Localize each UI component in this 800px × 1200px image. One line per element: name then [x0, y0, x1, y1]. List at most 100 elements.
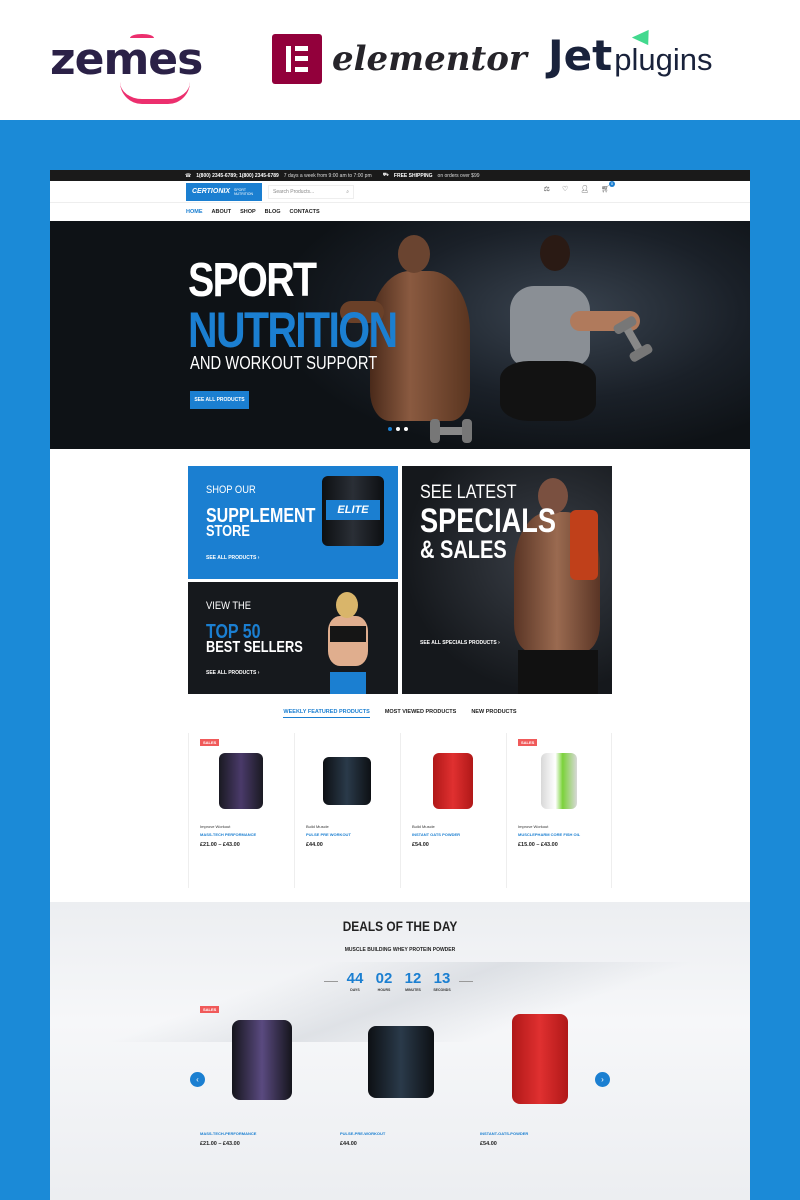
promo-specials-link[interactable]: SEE ALL SPECIALS PRODUCTS ›	[420, 640, 500, 646]
promo-supplement-link-text: SEE ALL PRODUCTS	[206, 555, 257, 561]
topbar-phones: 1(800) 2345-6789; 1(800) 2345-6789	[196, 172, 279, 179]
fitness-woman-image	[312, 588, 382, 694]
wishlist-icon[interactable]: ♡	[562, 185, 568, 193]
deal-product-price: £54.00	[480, 1141, 497, 1147]
countdown-value: 12	[404, 970, 422, 987]
product-category: Build Muscle	[412, 824, 435, 829]
deal-image-pulse[interactable]	[368, 1026, 434, 1098]
promo-specials-link-text: SEE ALL SPECIALS PRODUCTS	[420, 640, 497, 646]
deal-card[interactable]: PULSE-PRE-WORKOUT £44.00	[340, 1020, 450, 1160]
countdown-label: HOURS	[377, 988, 391, 992]
zemes-logo-text: zemes	[50, 34, 203, 85]
nav-item-shop[interactable]: SHOP	[240, 209, 256, 215]
product-image-masstech[interactable]	[219, 753, 263, 809]
tub-label: ELITE	[326, 500, 380, 520]
product-name[interactable]: MASS-TECH PERFORMANCE	[200, 832, 256, 837]
truck-icon: ⛟	[382, 172, 389, 178]
countdown-days: 44 DAYS	[343, 970, 367, 992]
product-name[interactable]: PULSE PRE WORKOUT	[306, 832, 351, 837]
chevron-right-icon: ›	[257, 670, 260, 676]
promo-supplement-store[interactable]: SHOP OUR SUPPLEMENT STORE SEE ALL PRODUC…	[188, 466, 398, 579]
tab-most-viewed[interactable]: MOST VIEWED PRODUCTS	[385, 709, 457, 718]
hero-title-line1: SPORT	[188, 254, 317, 307]
search-input[interactable]: Search Products... ⌕	[268, 184, 354, 199]
slider-dot[interactable]	[388, 427, 392, 431]
deals-subtitle: MUSCLE BUILDING WHEY PROTEIN POWDER	[344, 947, 456, 953]
deal-product-price: £44.00	[340, 1141, 357, 1147]
countdown-value: 13	[433, 970, 451, 987]
product-image-instant-oats[interactable]	[433, 753, 473, 809]
slider-dot[interactable]	[404, 427, 408, 431]
nav-item-blog[interactable]: BLOG	[265, 209, 281, 215]
tab-new-products[interactable]: NEW PRODUCTS	[471, 709, 516, 718]
see-all-products-button[interactable]: SEE ALL PRODUCTS	[190, 391, 249, 409]
promo-specials-title: SPECIALS	[420, 502, 557, 540]
hero-slider: SPORT NUTRITION AND WORKOUT SUPPORT SEE …	[50, 221, 750, 449]
deal-image-instant-oats[interactable]	[512, 1014, 568, 1104]
jetplugins-logo: Jet plugins	[548, 24, 713, 78]
product-card[interactable]: SALES Improve Workout MUSCLEPHARM CORE F…	[506, 733, 612, 888]
carousel-next-button[interactable]: ›	[595, 1072, 610, 1087]
topbar-shipping-label: FREE SHIPPING	[393, 172, 433, 179]
main-nav: HOME ABOUT SHOP BLOG CONTACTS	[50, 202, 750, 221]
promo-best-sellers[interactable]: VIEW THE TOP 50 BEST SELLERS SEE ALL PRO…	[188, 582, 398, 694]
promo-supplement-link[interactable]: SEE ALL PRODUCTS ›	[206, 555, 259, 561]
deal-image-masstech[interactable]	[232, 1020, 292, 1100]
chevron-left-icon: ‹	[196, 1075, 199, 1084]
deal-card[interactable]: MASS-TECH-PERFORMANCE £21.00 – £43.00	[200, 1020, 310, 1160]
website-preview: ☎ 1(800) 2345-6789; 1(800) 2345-6789 7 d…	[50, 170, 750, 1200]
product-price: £21.00 – £43.00	[200, 842, 240, 848]
account-icon[interactable]: 👤︎	[580, 185, 589, 193]
product-category: Build Muscle	[306, 824, 329, 829]
tab-weekly-featured[interactable]: WEEKLY FEATURED PRODUCTS	[283, 709, 370, 718]
site-logo[interactable]: CERTIONIX SPORT NUTRITION	[186, 182, 262, 201]
promo-bestsellers-link-text: SEE ALL PRODUCTS	[206, 670, 257, 676]
nav-item-about[interactable]: ABOUT	[212, 209, 232, 215]
product-name[interactable]: INSTANT OATS POWDER	[412, 832, 460, 837]
hero-subtitle: AND WORKOUT SUPPORT	[190, 353, 378, 373]
chevron-right-icon: ›	[498, 640, 500, 646]
top-bar: ☎ 1(800) 2345-6789; 1(800) 2345-6789 7 d…	[50, 170, 750, 181]
product-card[interactable]: Build Muscle PULSE PRE WORKOUT £44.00	[294, 733, 400, 888]
search-placeholder: Search Products...	[273, 188, 315, 195]
slider-dots	[388, 427, 408, 431]
elementor-badge-icon	[272, 34, 322, 84]
product-card[interactable]: Build Muscle INSTANT OATS POWDER £54.00	[400, 733, 506, 888]
deal-product-name[interactable]: PULSE-PRE-WORKOUT	[340, 1131, 385, 1136]
countdown-seconds: 13 SECONDS	[430, 970, 454, 992]
cart-count-badge: 0	[609, 181, 615, 187]
plugins-logo-text: plugins	[614, 42, 713, 77]
cart-icon[interactable]: 🛒︎ 0	[601, 181, 615, 193]
promo-bestsellers-link[interactable]: SEE ALL PRODUCTS ›	[206, 670, 259, 676]
countdown-value: 44	[346, 970, 364, 987]
countdown-minutes: 12 MINUTES	[401, 970, 425, 992]
search-icon[interactable]: ⌕	[346, 189, 349, 195]
elite-protein-tub-image: ELITE	[322, 476, 384, 546]
zemes-smile-icon	[120, 82, 190, 104]
deal-card[interactable]: INSTANT-OATS-POWDER £54.00	[480, 1014, 590, 1160]
promo-specials-title2: & SALES	[420, 536, 507, 564]
dumbbell-icon	[430, 419, 472, 443]
slider-dot[interactable]	[396, 427, 400, 431]
nav-item-contacts[interactable]: CONTACTS	[290, 209, 320, 215]
compare-icon[interactable]: ⚖	[544, 185, 550, 193]
deal-product-price: £21.00 – £43.00	[200, 1141, 240, 1147]
sale-badge: SALES	[200, 1006, 220, 1013]
site-logo-text: CERTIONIX	[192, 188, 230, 195]
product-name[interactable]: MUSCLEPHARM CORE FISH OIL	[518, 832, 580, 837]
product-card[interactable]: SALES Improve Workout MASS-TECH PERFORMA…	[188, 733, 294, 888]
deal-product-name[interactable]: INSTANT-OATS-POWDER	[480, 1131, 528, 1136]
site-logo-subtext: SPORT NUTRITION	[234, 187, 254, 196]
nav-item-home[interactable]: HOME	[186, 209, 203, 215]
product-grid: SALES Improve Workout MASS-TECH PERFORMA…	[188, 733, 612, 888]
topbar-shipping-text: on orders over $99	[437, 172, 480, 179]
promo-specials-sales[interactable]: SEE LATEST SPECIALS & SALES SEE ALL SPEC…	[402, 466, 612, 694]
countdown-label: SECONDS	[433, 988, 451, 992]
product-category: Improve Workout	[200, 824, 231, 829]
product-image-musclepharm[interactable]	[541, 753, 577, 809]
sale-badge: SALES	[518, 739, 538, 746]
deal-product-name[interactable]: MASS-TECH-PERFORMANCE	[200, 1131, 256, 1136]
topbar-hours: 7 days a week from 9:00 am to 7:00 pm	[283, 172, 372, 179]
promo-supplement-title2: STORE	[206, 523, 250, 540]
product-image-pulse[interactable]	[323, 757, 371, 805]
